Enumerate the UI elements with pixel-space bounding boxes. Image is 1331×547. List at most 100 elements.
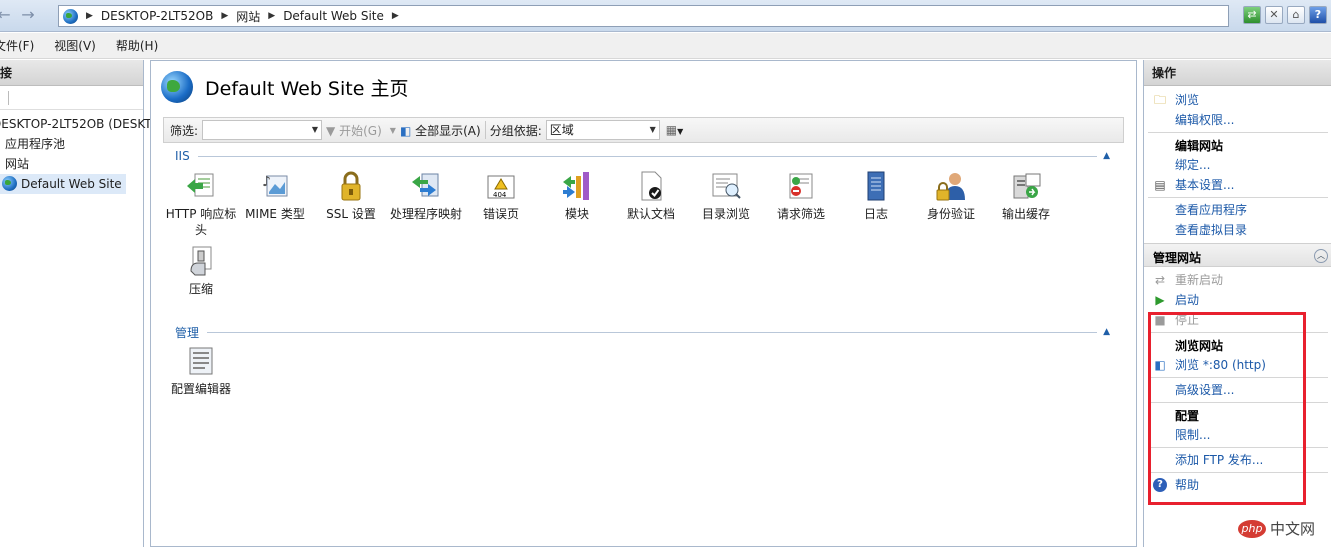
actions-panel: 操作 🗀 浏览 编辑权限... 编辑网站 绑定... ▤ 基本设置... 查看应… (1143, 60, 1331, 547)
actions-title-text: 操作 (1152, 66, 1177, 80)
mime-types-icon: ♪ (259, 170, 291, 202)
collapse-icon[interactable]: ︿ (1314, 249, 1328, 263)
action-view-applications[interactable]: 查看应用程序 (1175, 202, 1247, 218)
feature-compression[interactable]: 压缩 (163, 245, 239, 297)
feature-ssl-settings[interactable]: SSL 设置 (313, 170, 389, 222)
edit-site-heading: 编辑网站 (1175, 139, 1224, 153)
action-advanced-settings[interactable]: 高级设置... (1175, 382, 1234, 398)
breadcrumb-server[interactable]: DESKTOP-2LT52OB (101, 9, 213, 23)
page-title: Default Web Site 主页 (205, 77, 409, 100)
tree-app-pools-label[interactable]: 应用程序池 (5, 137, 65, 151)
actions-title: 操作 (1144, 60, 1331, 86)
group-header-iis[interactable]: IIS ▲ (175, 149, 1110, 163)
group-header-management[interactable]: 管理 ▲ (175, 325, 1110, 340)
chevron-right-icon: ▶ (221, 11, 229, 21)
action-edit-permissions[interactable]: 编辑权限... (1175, 112, 1234, 128)
feature-label: SSL 设置 (326, 207, 376, 221)
globe-icon (2, 176, 17, 191)
menu-file[interactable]: 文件(F) (0, 37, 44, 54)
back-arrow-icon[interactable]: ← (0, 4, 16, 28)
section-divider (1148, 472, 1328, 473)
authentication-icon (935, 170, 967, 202)
start-filter-label: 开始(G) (339, 123, 382, 138)
stop-square-icon: ■ (1154, 313, 1166, 327)
directory-browsing-icon (710, 170, 742, 202)
feature-logging[interactable]: 日志 (838, 170, 914, 222)
group-by-select[interactable]: 区域 ▼ (545, 120, 660, 140)
action-limits[interactable]: 限制... (1175, 427, 1210, 443)
group-title-iis: IIS (175, 149, 190, 163)
watermark: php 中文网 (1238, 518, 1315, 539)
action-explore[interactable]: 浏览 (1175, 92, 1199, 108)
settings-page-icon: ▤ (1154, 178, 1166, 192)
forward-arrow-icon[interactable]: → (16, 4, 40, 28)
action-basic-settings[interactable]: 基本设置... (1175, 177, 1234, 193)
chevron-down-icon[interactable]: ▼ (390, 126, 396, 135)
configuration-editor-icon (185, 345, 217, 377)
feature-label: 目录浏览 (701, 207, 750, 221)
section-divider (1148, 332, 1328, 333)
chevron-right-icon: ▶ (391, 11, 399, 21)
tree-server-label[interactable]: DESKTOP-2LT52OB (DESKT (0, 117, 152, 131)
feature-modules[interactable]: 模块 (539, 170, 615, 222)
action-help[interactable]: 帮助 (1175, 477, 1199, 493)
show-all-icon: ◧ (399, 123, 412, 138)
collapse-icon[interactable]: ▲ (1103, 327, 1110, 337)
tree-server-node[interactable]: DESKTOP-2LT52OB (DESKT (0, 114, 152, 134)
breadcrumb-sites[interactable]: 网站 (236, 8, 260, 25)
tree-site-node[interactable]: Default Web Site (0, 174, 135, 194)
feature-output-caching[interactable]: 输出缓存 (988, 170, 1064, 222)
menu-bar: 文件(F) 视图(V) 帮助(H) (0, 33, 1331, 59)
action-stop[interactable]: 停止 (1175, 312, 1199, 328)
refresh-icon[interactable]: ⇄ (1243, 6, 1261, 24)
feature-configuration-editor[interactable]: 配置编辑器 (163, 345, 239, 397)
menu-help[interactable]: 帮助(H) (116, 37, 168, 54)
filter-input[interactable]: ▼ (202, 120, 323, 140)
feature-mime-types[interactable]: ♪ MIME 类型 (237, 170, 313, 222)
handler-mappings-icon (410, 170, 442, 202)
feature-label: 压缩 (188, 282, 213, 296)
collapse-icon[interactable]: ▲ (1103, 151, 1110, 161)
action-browse-80[interactable]: 浏览 *:80 (http) (1175, 357, 1266, 373)
menu-view[interactable]: 视图(V) (54, 37, 106, 54)
explore-folder-icon: 🗀 (1153, 93, 1166, 107)
action-start[interactable]: 启动 (1175, 292, 1199, 308)
view-mode-button[interactable]: ▦▼ (666, 123, 684, 137)
stop-icon[interactable]: ✕ (1265, 6, 1283, 24)
help-icon[interactable]: ? (1309, 6, 1327, 24)
error-page-badge: 404 (493, 191, 507, 199)
group-by-value: 区域 (549, 123, 574, 137)
action-view-virtual-directories[interactable]: 查看虚拟目录 (1175, 222, 1247, 238)
breadcrumb[interactable]: ▶ DESKTOP-2LT52OB ▶ 网站 ▶ Default Web Sit… (58, 5, 1229, 27)
connections-title: 连接 (0, 60, 143, 86)
funnel-icon: ▼ (326, 123, 336, 138)
tree-sites-label[interactable]: 网站 (5, 157, 29, 171)
action-add-ftp[interactable]: 添加 FTP 发布... (1175, 452, 1263, 468)
start-filter-button[interactable]: ▼ 开始(G) (326, 122, 382, 139)
chevron-down-icon[interactable]: ▼ (650, 121, 656, 139)
feature-handler-mappings[interactable]: 处理程序映射 (388, 170, 464, 222)
chevron-down-icon[interactable]: ▼ (312, 121, 318, 139)
action-bindings[interactable]: 绑定... (1175, 157, 1210, 173)
show-all-label: 全部显示(A) (415, 123, 481, 138)
restart-icon: ⇄ (1154, 273, 1166, 287)
svg-text:♪: ♪ (262, 174, 271, 190)
output-caching-icon (1010, 170, 1042, 202)
browse-icon: ◧ (1154, 358, 1166, 372)
show-all-button[interactable]: ◧ 全部显示(A) (400, 122, 481, 139)
feature-error-pages[interactable]: 404 错误页 (463, 170, 539, 222)
feature-http-response-headers[interactable]: HTTP 响应标头 (163, 170, 239, 238)
feature-authentication[interactable]: 身份验证 (913, 170, 989, 222)
tree-sites-node[interactable]: 网站 (0, 154, 135, 174)
config-heading: 配置 (1175, 409, 1200, 423)
tree-site-label[interactable]: Default Web Site (21, 177, 122, 191)
feature-directory-browsing[interactable]: 目录浏览 (688, 170, 764, 222)
tree-app-pools-node[interactable]: 应用程序池 (0, 134, 135, 154)
breadcrumb-site[interactable]: Default Web Site (283, 9, 384, 23)
filter-label: 筛选: (170, 123, 199, 138)
action-restart[interactable]: 重新启动 (1175, 272, 1223, 288)
feature-default-document[interactable]: 默认文档 (613, 170, 689, 222)
home-icon[interactable]: ⌂ (1287, 6, 1305, 24)
connections-toolbar (0, 86, 143, 110)
feature-request-filtering[interactable]: 请求筛选 (763, 170, 839, 222)
